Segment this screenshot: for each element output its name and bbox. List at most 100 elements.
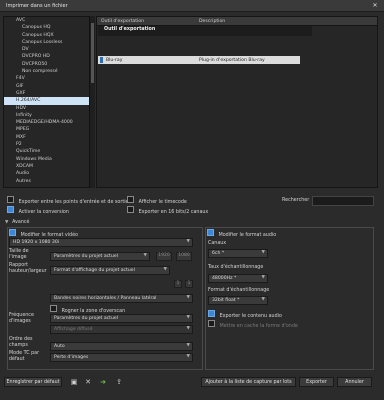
- tree-item[interactable]: Windows Media: [4, 156, 89, 163]
- tree-item[interactable]: F4V: [4, 75, 89, 82]
- in-out-label: Exporter entre les points d'entrée et de…: [18, 200, 129, 205]
- delete-icon[interactable]: ✕: [83, 377, 93, 387]
- height-field[interactable]: 1080: [176, 252, 192, 261]
- tree-item[interactable]: DVCPRO50: [4, 61, 89, 68]
- field-order-label: Ordre des champs: [9, 337, 33, 348]
- timecode-checkbox[interactable]: [127, 196, 134, 203]
- aspect-field-a[interactable]: 1: [174, 280, 182, 288]
- collapse-icon[interactable]: ▼: [5, 220, 8, 225]
- 16bits-label: Exporter en 16 bits/2 canaux: [138, 210, 209, 215]
- tree-item[interactable]: MPEG: [4, 126, 89, 133]
- tree-item[interactable]: AVC: [4, 17, 89, 24]
- title-bar: Imprimer dans un fichier ✕: [0, 0, 384, 12]
- window-title: Imprimer dans un fichier: [6, 3, 68, 9]
- exporter-description: Plug-in d'exportation Blu-ray: [199, 57, 265, 63]
- selection-marker: [100, 57, 103, 63]
- chevron-down-icon: ▼: [186, 354, 190, 359]
- frame-size-label: Taille de l'image: [9, 249, 29, 260]
- export-audio-option[interactable]: Exporter le contenu audio: [208, 310, 282, 319]
- export-preset-icon[interactable]: ⇪: [114, 377, 124, 387]
- cancel-button[interactable]: Annuler: [337, 377, 372, 387]
- close-icon[interactable]: ✕: [370, 1, 380, 10]
- audio-format-checkbox[interactable]: [207, 229, 214, 236]
- search-input[interactable]: [312, 196, 374, 206]
- 16bits-checkbox[interactable]: [127, 206, 134, 213]
- frame-size-select[interactable]: Paramètres du projet actuel ▼: [50, 252, 150, 261]
- channels-select[interactable]: 6ch * ▼: [208, 249, 268, 258]
- fps-mode-select[interactable]: Affichage diffusé ▼: [50, 325, 193, 334]
- import-icon[interactable]: ➜: [98, 377, 108, 387]
- aspect-value: Format d'affichage du projet actuel: [54, 268, 135, 273]
- video-format-option[interactable]: Modifier le format vidéo: [9, 229, 78, 238]
- advanced-toggle[interactable]: ▼ Avancé: [5, 219, 29, 225]
- fps-select[interactable]: Paramètres du projet actuel ▼: [50, 314, 193, 323]
- tree-item[interactable]: Non compressé: [4, 68, 89, 75]
- format-tree[interactable]: AVC Canopus HQ Canopus HQX Canopus Lossless…: [3, 16, 90, 188]
- video-format-checkbox[interactable]: [9, 229, 16, 236]
- exporter-panel: Outil d'exportation Description Outil d'…: [96, 16, 378, 188]
- aspect-field-b[interactable]: 1: [185, 280, 193, 288]
- fps-label: Fréquence d'images: [9, 313, 34, 324]
- channels-label: Canaux: [208, 241, 227, 246]
- tree-item[interactable]: QuickTime: [4, 148, 89, 155]
- sampleformat-label: Format d'échantillonnage: [208, 288, 270, 293]
- exporter-name: Blu-ray: [106, 57, 123, 63]
- save-default-button[interactable]: Enregistrer par défaut: [4, 377, 62, 387]
- waveform-option[interactable]: Mettre en cache la forme d'onde: [208, 320, 298, 329]
- tc-mode-label: Mode TC par défaut: [9, 351, 40, 362]
- fps-value: Paramètres du projet actuel: [54, 316, 118, 321]
- sampleformat-select[interactable]: 32bit float * ▼: [208, 296, 268, 305]
- tree-item[interactable]: DVCPRO HD: [4, 53, 89, 60]
- option-timecode[interactable]: Afficher le timecode: [127, 196, 187, 205]
- samplerate-value: 48000Hz *: [212, 276, 237, 281]
- samplerate-select[interactable]: 48000Hz * ▼: [208, 274, 268, 283]
- tree-item[interactable]: Audio: [4, 170, 89, 177]
- tree-item[interactable]: GIF: [4, 83, 89, 90]
- option-in-out[interactable]: Exporter entre les points d'entrée et de…: [7, 196, 129, 205]
- tree-item[interactable]: DV: [4, 46, 89, 53]
- export-audio-label: Exporter le contenu audio: [219, 314, 282, 319]
- tree-item[interactable]: Canopus HQX: [4, 32, 89, 39]
- bars-select[interactable]: Bandes noires horizontales / Panneau lat…: [50, 294, 193, 303]
- option-16bits[interactable]: Exporter en 16 bits/2 canaux: [127, 206, 208, 215]
- tree-item[interactable]: Canopus HQ: [4, 24, 89, 31]
- option-conversion[interactable]: Activer la conversion: [7, 206, 69, 215]
- width-field[interactable]: 1920: [156, 252, 172, 261]
- save-icon[interactable]: ▣: [69, 377, 79, 387]
- video-format-select[interactable]: HD 1920 x 1080 30i ▼: [9, 238, 193, 247]
- column-description[interactable]: Description: [199, 19, 225, 24]
- tree-item[interactable]: H.264/AVC: [4, 97, 89, 105]
- conversion-checkbox[interactable]: [7, 206, 14, 213]
- waveform-checkbox[interactable]: [208, 320, 215, 327]
- tree-item[interactable]: MEDIAEDGE/HDMA-4000: [4, 119, 89, 126]
- in-out-checkbox[interactable]: [7, 196, 14, 203]
- tc-mode-select[interactable]: Perte d'images ▼: [50, 353, 193, 362]
- exporter-row-bluray[interactable]: Blu-ray Plug-in d'exportation Blu-ray: [98, 56, 300, 64]
- tree-item[interactable]: Autres: [4, 178, 89, 185]
- tree-item[interactable]: GXF: [4, 90, 89, 97]
- column-exporter[interactable]: Outil d'exportation: [101, 19, 144, 24]
- overscan-checkbox[interactable]: [50, 305, 57, 312]
- chevron-down-icon: ▼: [163, 267, 167, 272]
- samplerate-label: Taux d'échantillonnage: [208, 265, 264, 270]
- tree-item[interactable]: HDV: [4, 105, 89, 112]
- chevron-down-icon: ▼: [186, 326, 190, 331]
- overscan-option[interactable]: Rogner la zone d'overscan: [50, 305, 125, 314]
- scroll-thumb[interactable]: [91, 23, 94, 83]
- video-format-value: HD 1920 x 1080 30i: [13, 240, 60, 245]
- export-button[interactable]: Exporter: [299, 377, 334, 387]
- tree-item[interactable]: Canopus Lossless: [4, 39, 89, 46]
- tree-item[interactable]: XDCAM: [4, 163, 89, 170]
- tree-item[interactable]: Infinity: [4, 112, 89, 119]
- chevron-down-icon: ▼: [186, 343, 190, 348]
- aspect-label: Rapport hauteur/largeur: [9, 263, 47, 274]
- aspect-select[interactable]: Format d'affichage du projet actuel ▼: [50, 266, 170, 275]
- export-audio-checkbox[interactable]: [208, 310, 215, 317]
- chevron-down-icon: ▼: [143, 253, 147, 258]
- tree-item[interactable]: P2: [4, 141, 89, 148]
- tree-item[interactable]: MXF: [4, 134, 89, 141]
- audio-format-option[interactable]: Modifier le format audio: [207, 229, 276, 238]
- add-capture-button[interactable]: Ajouter à la liste de capture par lots: [201, 377, 296, 387]
- tree-scrollbar[interactable]: [89, 16, 95, 188]
- field-order-select[interactable]: Auto ▼: [50, 342, 193, 351]
